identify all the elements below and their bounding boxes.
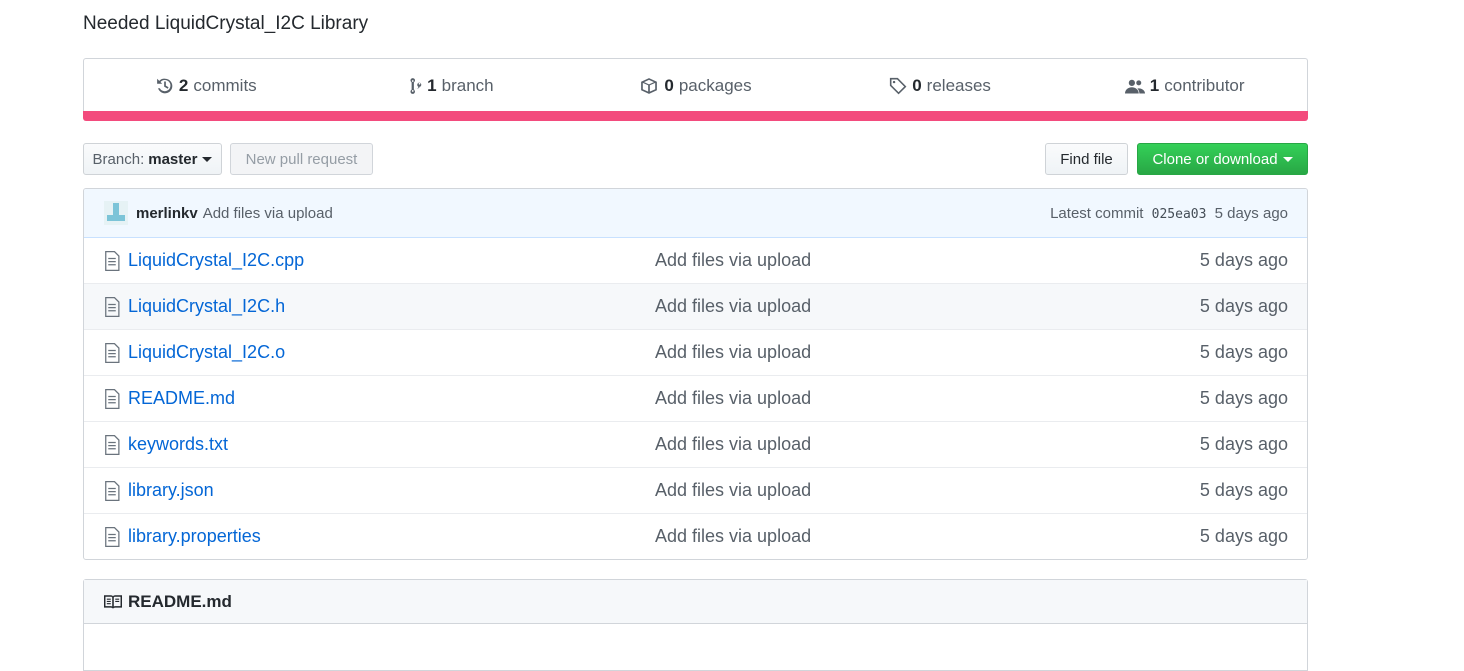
latest-commit-bar: merlinkv Add files via upload Latest com… [84, 189, 1307, 238]
new-pull-request-button[interactable]: New pull request [230, 143, 373, 175]
file-age: 5 days ago [1199, 296, 1288, 316]
table-row: LiquidCrystal_I2C.o Add files via upload… [84, 329, 1307, 375]
readme-header: README.md [84, 580, 1307, 624]
file-table: merlinkv Add files via upload Latest com… [83, 188, 1308, 560]
file-name-link[interactable]: LiquidCrystal_I2C.cpp [128, 250, 648, 271]
file-commit-message[interactable]: Add files via upload [655, 434, 811, 455]
file-icon [105, 342, 120, 363]
releases-link[interactable]: 0 releases [818, 59, 1063, 113]
file-commit-message[interactable]: Add files via upload [655, 480, 811, 501]
packages-count: 0 [664, 76, 674, 95]
numbers-summary: 2 commits 1 branch 0 packages 0 releases… [83, 58, 1308, 113]
commit-age: 5 days ago [1214, 204, 1288, 222]
commit-sha-link[interactable]: 025ea03 [1152, 207, 1207, 222]
table-row: LiquidCrystal_I2C.h Add files via upload… [84, 283, 1307, 329]
branch-name: master [148, 150, 198, 168]
branches-count: 1 [427, 76, 437, 95]
table-row: README.md Add files via upload 5 days ag… [84, 375, 1307, 421]
branch-prefix: Branch: [92, 150, 145, 168]
file-name-link[interactable]: library.json [128, 480, 648, 501]
commit-message-link[interactable]: Add files via upload [203, 205, 333, 222]
file-icon [105, 480, 120, 501]
file-icon [105, 388, 120, 409]
file-icon [105, 434, 120, 455]
branch-select-button[interactable]: Branch: master [83, 143, 222, 175]
contributors-count: 1 [1149, 76, 1160, 95]
caret-down-icon [202, 156, 213, 162]
language-bar[interactable] [83, 111, 1308, 121]
caret-down-icon [1282, 156, 1293, 162]
file-name-link[interactable]: LiquidCrystal_I2C.o [128, 342, 648, 363]
clone-label: Clone or download [1152, 150, 1278, 168]
file-commit-message[interactable]: Add files via upload [655, 342, 811, 363]
history-icon [157, 78, 173, 94]
releases-count: 0 [912, 76, 922, 95]
file-age: 5 days ago [1199, 480, 1288, 500]
file-icon [105, 526, 120, 547]
file-icon [105, 250, 120, 271]
file-name-link[interactable]: LiquidCrystal_I2C.h [128, 296, 648, 317]
commit-author-link[interactable]: merlinkv [136, 205, 198, 222]
packages-label: packages [678, 76, 752, 95]
file-icon [105, 296, 120, 317]
file-age: 5 days ago [1199, 388, 1288, 408]
file-commit-message[interactable]: Add files via upload [655, 296, 811, 317]
file-age: 5 days ago [1199, 526, 1288, 546]
git-branch-icon [410, 78, 422, 94]
releases-label: releases [926, 76, 991, 95]
avatar[interactable] [104, 201, 128, 225]
table-row: keywords.txt Add files via upload 5 days… [84, 421, 1307, 467]
file-name-link[interactable]: README.md [128, 388, 648, 409]
readme-box: README.md [83, 579, 1308, 671]
latest-commit-prefix: Latest commit [1050, 204, 1144, 222]
clone-or-download-button[interactable]: Clone or download [1137, 143, 1308, 175]
file-commit-message[interactable]: Add files via upload [655, 526, 811, 547]
file-age: 5 days ago [1199, 342, 1288, 362]
file-name-link[interactable]: library.properties [128, 526, 648, 547]
commits-label: commits [193, 76, 257, 95]
branches-link[interactable]: 1 branch [329, 59, 574, 113]
contributors-link[interactable]: 1 contributor [1062, 59, 1307, 113]
file-age: 5 days ago [1199, 250, 1288, 270]
repo-description: Needed LiquidCrystal_I2C Library [83, 13, 369, 34]
package-icon [641, 78, 658, 94]
file-commit-message[interactable]: Add files via upload [655, 388, 811, 409]
file-commit-message[interactable]: Add files via upload [655, 250, 811, 271]
file-age: 5 days ago [1199, 434, 1288, 454]
table-row: library.properties Add files via upload … [84, 513, 1307, 559]
readme-title: README.md [128, 591, 232, 611]
file-list: LiquidCrystal_I2C.cpp Add files via uplo… [84, 238, 1307, 559]
commits-link[interactable]: 2 commits [84, 59, 329, 113]
tag-icon [890, 77, 907, 95]
book-icon [104, 594, 122, 609]
people-icon [1124, 79, 1145, 94]
find-file-button[interactable]: Find file [1045, 143, 1128, 175]
branches-label: branch [441, 76, 494, 95]
packages-link[interactable]: 0 packages [573, 59, 818, 113]
table-row: library.json Add files via upload 5 days… [84, 467, 1307, 513]
file-name-link[interactable]: keywords.txt [128, 434, 648, 455]
table-row: LiquidCrystal_I2C.cpp Add files via uplo… [84, 238, 1307, 283]
contributors-label: contributor [1164, 76, 1245, 95]
commits-count: 2 [178, 76, 189, 95]
commit-meta: Latest commit 025ea03 5 days ago [1050, 205, 1288, 222]
